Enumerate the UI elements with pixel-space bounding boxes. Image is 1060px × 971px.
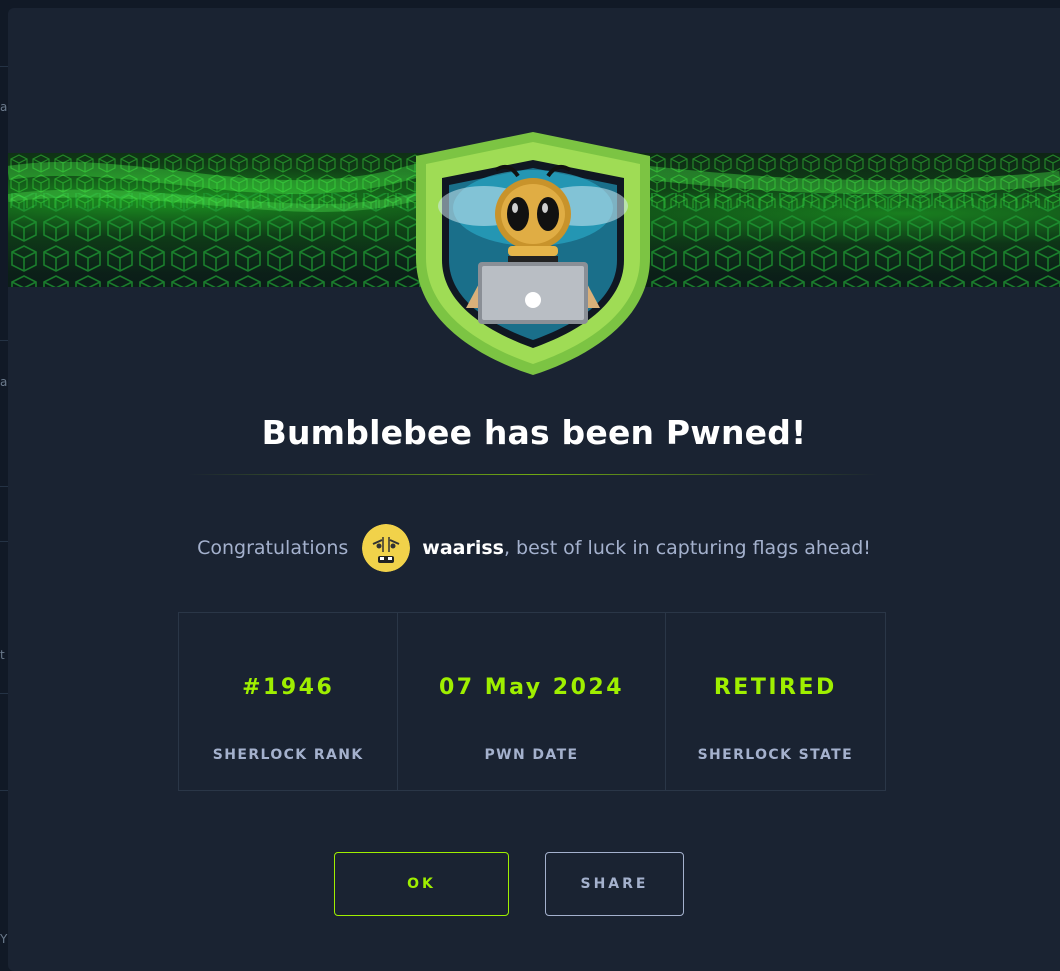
background-divider	[0, 790, 8, 791]
background-divider	[0, 66, 8, 67]
username[interactable]: waariss	[422, 537, 504, 559]
congrats-suffix: , best of luck in capturing flags ahead!	[503, 537, 871, 559]
background-divider	[0, 340, 8, 341]
background-text-fragment: Y	[0, 933, 8, 945]
bumblebee-badge-icon	[416, 132, 650, 375]
background-divider	[0, 541, 8, 542]
stat-label: SHERLOCK RANK	[212, 747, 364, 763]
stat-value: #1946	[242, 675, 335, 700]
congrats-prefix: Congratulations	[197, 537, 349, 559]
stat-label: SHERLOCK STATE	[697, 747, 854, 763]
background-divider	[0, 486, 8, 487]
congrats-message: Congratulations waariss , best of luck i…	[8, 523, 1060, 573]
pwned-dialog: Bumblebee has been Pwned! Congratulation…	[8, 8, 1060, 971]
background-text-fragment: t	[0, 649, 5, 661]
stat-sherlock-rank: #1946 SHERLOCK RANK	[179, 613, 397, 790]
ok-button[interactable]: OK	[334, 852, 509, 916]
stat-label: PWN DATE	[484, 747, 579, 763]
share-button[interactable]: SHARE	[545, 852, 684, 916]
user-avatar-icon	[362, 524, 411, 572]
stats-panel: #1946 SHERLOCK RANK 07 May 2024 PWN DATE…	[178, 612, 886, 791]
background-text-fragment: a	[0, 376, 8, 388]
stat-value: 07 May 2024	[438, 675, 625, 700]
stat-value: RETIRED	[713, 675, 837, 700]
stat-sherlock-state: RETIRED SHERLOCK STATE	[664, 613, 885, 790]
background-divider	[0, 693, 8, 694]
background-text-fragment: a	[0, 101, 8, 113]
title-divider	[188, 474, 878, 475]
dialog-title: Bumblebee has been Pwned!	[261, 413, 807, 452]
stat-pwn-date: 07 May 2024 PWN DATE	[397, 613, 664, 790]
